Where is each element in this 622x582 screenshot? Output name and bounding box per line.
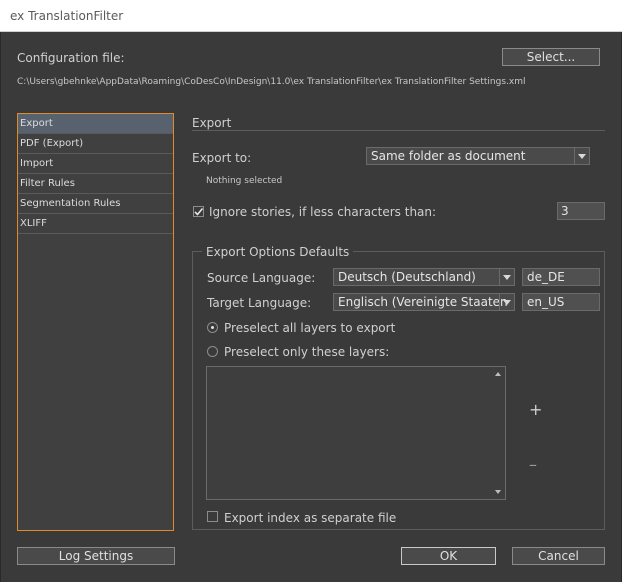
- target-language-label: Target Language:: [207, 296, 312, 310]
- export-heading: Export: [192, 116, 232, 130]
- sidebar-item-filter-rules[interactable]: Filter Rules: [18, 174, 173, 194]
- preselect-only-label: Preselect only these layers:: [224, 345, 390, 359]
- config-file-path: C:\Users\gbehnke\AppData\Roaming\CoDesCo…: [17, 77, 526, 87]
- config-file-label: Configuration file:: [17, 51, 125, 65]
- nothing-selected-text: Nothing selected: [206, 176, 283, 186]
- export-options-legend: Export Options Defaults: [202, 245, 354, 259]
- target-language-value: Englisch (Vereinigte Staaten: [338, 295, 508, 309]
- scroll-down-icon[interactable]: [495, 490, 501, 494]
- settings-sidebar: Export PDF (Export) Import Filter Rules …: [17, 113, 174, 531]
- export-to-value: Same folder as document: [371, 149, 526, 163]
- layers-scrollbar[interactable]: [491, 367, 505, 499]
- sidebar-item-export[interactable]: Export: [18, 114, 173, 134]
- cancel-button[interactable]: Cancel: [512, 547, 605, 565]
- ignore-stories-checkbox[interactable]: [193, 206, 204, 217]
- source-language-value: Deutsch (Deutschland): [338, 270, 476, 284]
- export-divider: [192, 130, 605, 131]
- source-language-dropdown[interactable]: Deutsch (Deutschland): [333, 268, 515, 286]
- select-button[interactable]: Select...: [502, 48, 600, 66]
- export-index-label: Export index as separate file: [224, 511, 397, 525]
- chevron-down-icon: [499, 269, 514, 285]
- sidebar-item-import[interactable]: Import: [18, 154, 173, 174]
- checkmark-icon: [194, 207, 204, 216]
- window-title: ex TranslationFilter: [10, 9, 124, 23]
- min-characters-input[interactable]: 3: [557, 202, 605, 220]
- layers-listbox[interactable]: [206, 366, 506, 500]
- log-settings-button[interactable]: Log Settings: [17, 547, 175, 565]
- export-to-dropdown[interactable]: Same folder as document: [366, 147, 590, 165]
- export-index-checkbox[interactable]: [207, 511, 218, 522]
- ok-button[interactable]: OK: [401, 547, 496, 565]
- preselect-only-radio[interactable]: [207, 346, 218, 357]
- remove-layer-button[interactable]: –: [529, 456, 537, 474]
- export-to-label: Export to:: [192, 151, 252, 165]
- target-language-code-input[interactable]: en_US: [522, 293, 600, 311]
- title-bar: ex TranslationFilter: [0, 0, 622, 32]
- source-language-code-input[interactable]: de_DE: [522, 268, 600, 286]
- add-layer-button[interactable]: +: [529, 401, 542, 419]
- sidebar-item-xliff[interactable]: XLIFF: [18, 214, 173, 234]
- source-language-label: Source Language:: [207, 271, 316, 285]
- scroll-up-icon[interactable]: [495, 372, 501, 376]
- chevron-down-icon: [574, 148, 589, 164]
- target-language-dropdown[interactable]: Englisch (Vereinigte Staaten: [333, 293, 515, 311]
- sidebar-item-pdf-export[interactable]: PDF (Export): [18, 134, 173, 154]
- sidebar-item-segmentation-rules[interactable]: Segmentation Rules: [18, 194, 173, 214]
- preselect-all-label: Preselect all layers to export: [224, 321, 396, 335]
- chevron-down-icon: [499, 294, 514, 310]
- preselect-all-radio[interactable]: [207, 322, 218, 333]
- ignore-stories-label: Ignore stories, if less characters than:: [209, 205, 437, 219]
